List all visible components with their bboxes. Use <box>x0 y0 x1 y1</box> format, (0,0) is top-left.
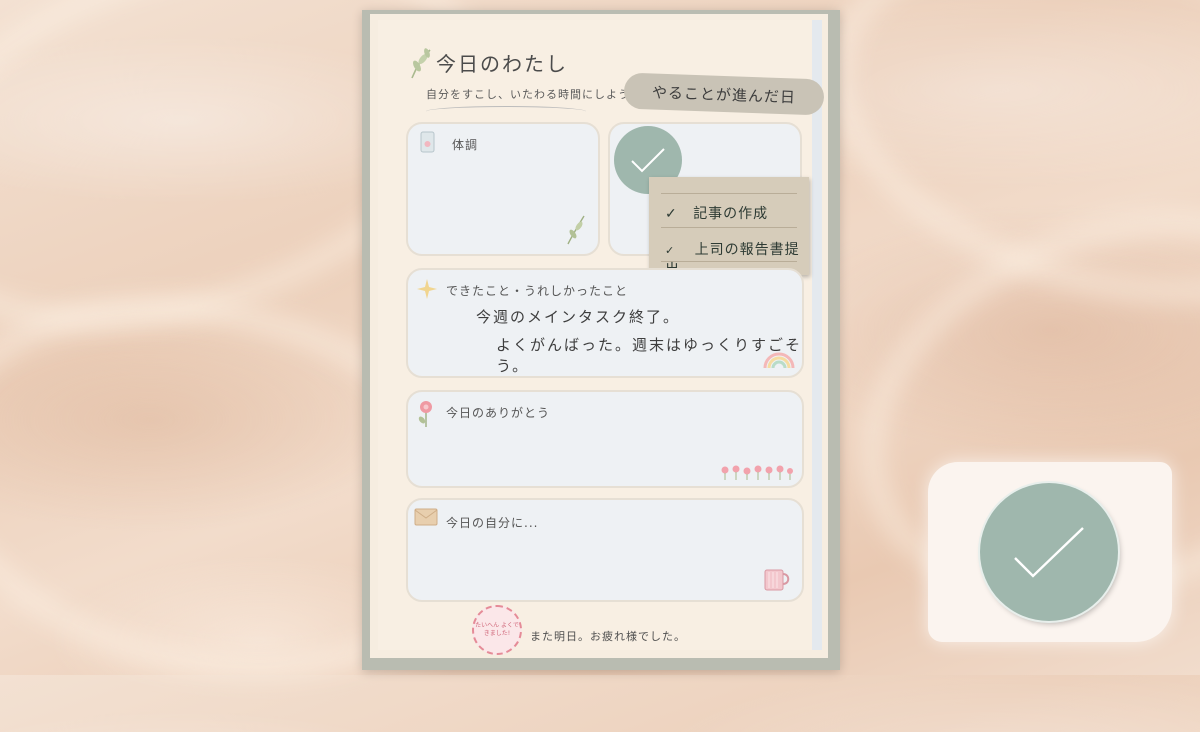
note-rule <box>661 227 797 228</box>
note-rule <box>661 193 797 194</box>
leaf-icon <box>411 48 431 79</box>
achievements-line-2: よくがんばった。週末はゆっくりすごそう。 <box>496 336 803 375</box>
achievements-card[interactable]: できたこと・うれしかったこと 今週のメインタスク終了。 よくがんばった。週末はゆ… <box>406 268 804 378</box>
page-title: 今日のわたし <box>436 52 568 76</box>
self-card[interactable]: 今日の自分に... <box>406 498 804 602</box>
praise-stamp: たいへん よくできました! <box>472 605 522 655</box>
self-label: 今日の自分に... <box>446 516 539 530</box>
subtitle-underline <box>426 106 586 117</box>
achievements-label: できたこと・うれしかったこと <box>446 284 629 298</box>
thanks-label: 今日のありがとう <box>446 406 551 420</box>
condition-card[interactable]: 体調 <box>406 122 600 256</box>
leaf-icon <box>567 215 585 245</box>
mug-icon <box>764 569 790 591</box>
achievements-line-1: 今週のメインタスク終了。 <box>476 308 681 326</box>
checklist-item-text: 記事の作成 <box>693 206 769 222</box>
flower-icon <box>418 401 432 427</box>
checklist-note: ✓ 記事の作成 ✓ 上司の報告書提出 <box>649 177 809 278</box>
page-subtitle: 自分をすこし、いたわる時間にしよう <box>426 88 630 101</box>
thanks-card[interactable]: 今日のありがとう <box>406 390 804 488</box>
checklist-item: ✓ 記事の作成 <box>665 203 768 223</box>
day-type-tag: やることが進んだ日 <box>623 72 825 116</box>
page-edge <box>812 20 822 650</box>
checkmark-icon <box>980 483 1118 621</box>
sparkle-icon <box>417 279 437 299</box>
condition-label: 体調 <box>452 138 479 152</box>
envelope-icon <box>414 508 438 526</box>
journal-page: 今日のわたし 自分をすこし、いたわる時間にしよう やることが進んだ日 体調 ✓ … <box>370 14 828 658</box>
journal-paper: 今日のわたし 自分をすこし、いたわる時間にしよう やることが進んだ日 体調 ✓ … <box>378 20 825 655</box>
phone-icon <box>420 131 435 153</box>
tulips-icon <box>721 465 793 480</box>
check-mark: ✓ <box>665 244 676 257</box>
check-mark: ✓ <box>665 206 678 222</box>
footer-message: また明日。お疲れ様でした。 <box>530 630 686 643</box>
rainbow-icon <box>763 352 795 369</box>
